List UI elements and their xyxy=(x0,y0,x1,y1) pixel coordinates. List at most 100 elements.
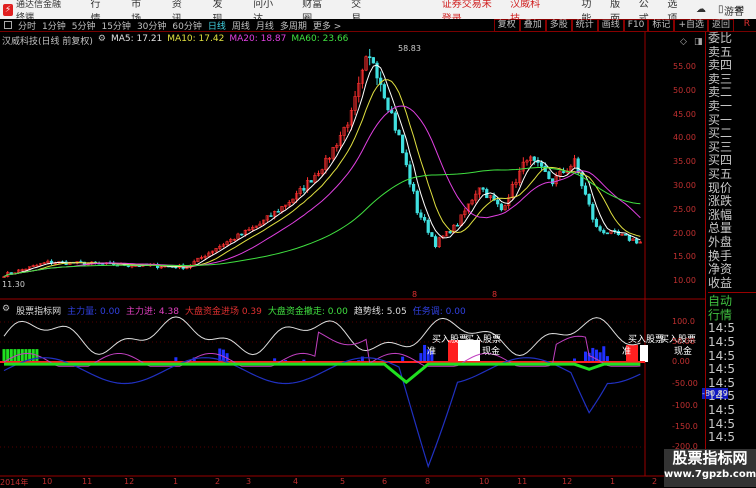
candle-body xyxy=(594,219,599,227)
watermark: 股票指标网 www.7gpzb.com xyxy=(664,449,756,487)
candle-body xyxy=(240,233,244,236)
date-tick: 10 xyxy=(42,477,53,486)
candle-body xyxy=(386,97,390,111)
ma60-value: MA60: 23.66 xyxy=(291,34,349,44)
candle-body xyxy=(302,188,306,191)
event-marker[interactable]: 8 xyxy=(412,290,417,299)
ma20-value: MA20: 18.87 xyxy=(229,34,287,44)
candle-body xyxy=(547,171,551,179)
price-tick: 30.00 xyxy=(673,181,696,190)
date-tick: 8 xyxy=(425,477,431,486)
indicator-tick: -50.00 xyxy=(672,379,698,388)
settings-icon[interactable]: ⚙ xyxy=(98,34,106,47)
indicator-title-bar: ⚙ 股票指标网 主力量: 0.00 主力进: 4.38 大盘资金进场 0.39 … xyxy=(2,304,466,317)
market-inflow: 大盘资金进场 0.39 xyxy=(184,307,262,317)
candle-body xyxy=(455,224,460,227)
candle-body xyxy=(583,185,588,195)
candle-body xyxy=(635,238,639,244)
date-tick: 2 xyxy=(652,477,658,486)
trend-line xyxy=(3,316,641,357)
date-tick: 2 xyxy=(215,477,221,486)
quote-label2: 14:5 xyxy=(708,375,735,390)
buy-annotation: 买入股票 xyxy=(432,335,469,345)
candle-body xyxy=(598,226,602,231)
price-tick: 45.00 xyxy=(673,109,696,119)
ma60-line xyxy=(3,167,641,278)
date-tick: 6 xyxy=(382,477,388,486)
quote-label: 外盘 xyxy=(708,234,733,249)
candle-body xyxy=(587,194,591,205)
quote-label: 涨幅 xyxy=(708,207,733,222)
quote-label2: 14:5 xyxy=(708,416,735,431)
date-tick: 4 xyxy=(293,477,299,486)
candle-body xyxy=(422,217,427,221)
quote-label: 买五 xyxy=(708,166,733,181)
candle-body xyxy=(276,211,280,213)
ma10-value: MA10: 17.42 xyxy=(167,34,225,44)
candle-body xyxy=(371,57,375,64)
diamond-icon[interactable]: ◇ xyxy=(680,37,687,47)
quote-label2: 14:5 xyxy=(708,389,735,404)
indicator-bar xyxy=(602,346,606,362)
price-tick: 25.00 xyxy=(673,204,696,214)
price-tick: 35.00 xyxy=(673,157,696,167)
quote-label: 卖五 xyxy=(708,44,733,59)
quote-label2: 14:5 xyxy=(708,362,735,377)
quote-label: 卖四 xyxy=(708,58,733,73)
high-price-label: 58.83 xyxy=(398,44,421,53)
candle-body xyxy=(9,272,13,274)
quote-label: 卖一 xyxy=(708,98,733,113)
low-price-label: 11.30 xyxy=(2,280,25,289)
date-tick: 12 xyxy=(124,477,135,486)
indicator-bar xyxy=(583,351,587,362)
price-tick: 15.00 xyxy=(673,252,696,262)
price-tick: 50.00 xyxy=(673,85,696,95)
trend-line-value: 趋势线: 5.05 xyxy=(353,307,407,317)
extra-value: 任务调: 0.00 xyxy=(412,307,466,317)
candle-body xyxy=(433,236,438,247)
date-tick: 1 xyxy=(610,477,616,486)
indicator-tick: 50.00 xyxy=(672,337,695,346)
quote-label: 收益 xyxy=(708,275,733,290)
quote-label: 净资 xyxy=(708,262,733,277)
candle-body xyxy=(576,158,580,174)
green-line xyxy=(4,362,641,385)
indicator-bar xyxy=(419,353,423,362)
quote-label2: 14:5 xyxy=(708,335,735,350)
event-marker[interactable]: 8 xyxy=(492,290,497,299)
price-tick: 10.00 xyxy=(673,276,696,286)
candle-body xyxy=(481,187,485,190)
candle-body xyxy=(426,220,430,233)
chart-canvas[interactable] xyxy=(0,0,756,487)
market-outflow: 大盘资金撤走: 0.00 xyxy=(267,307,348,317)
ma5-value: MA5: 17.21 xyxy=(110,34,163,44)
cash-bar xyxy=(640,345,648,362)
window-icon[interactable]: ◨ xyxy=(694,37,703,47)
quote-label: 买二 xyxy=(708,126,733,141)
settings-icon[interactable]: ⚙ xyxy=(2,304,10,317)
candle-body xyxy=(419,212,423,218)
indicator-bar xyxy=(591,347,595,362)
indicator-tick: 0.00 xyxy=(672,357,690,366)
indicator-tick: 100.0 xyxy=(672,317,695,326)
quote-label: 换手 xyxy=(708,248,733,263)
candle-body xyxy=(591,203,595,220)
indicator-bar xyxy=(423,344,427,362)
date-tick: 2014年 xyxy=(0,478,29,487)
quote-label: 买四 xyxy=(708,153,733,168)
indicator-tick: -150.0 xyxy=(672,422,698,431)
quote-label2: 14:5 xyxy=(708,348,735,363)
price-tick: 40.00 xyxy=(673,133,696,143)
blue-line xyxy=(3,357,641,469)
candle-body xyxy=(382,84,386,99)
date-tick: 3 xyxy=(246,477,252,486)
candle-body xyxy=(408,164,412,185)
watermark-title: 股票指标网 xyxy=(672,449,748,467)
date-tick: 10 xyxy=(479,477,490,486)
quote-label: 买三 xyxy=(708,139,733,154)
candle-body xyxy=(561,171,566,173)
quote-label: 委比 xyxy=(708,31,733,45)
date-tick: 5 xyxy=(340,477,346,486)
main-inflow: 主力进: 4.38 xyxy=(126,307,179,317)
candle-body xyxy=(411,183,416,192)
